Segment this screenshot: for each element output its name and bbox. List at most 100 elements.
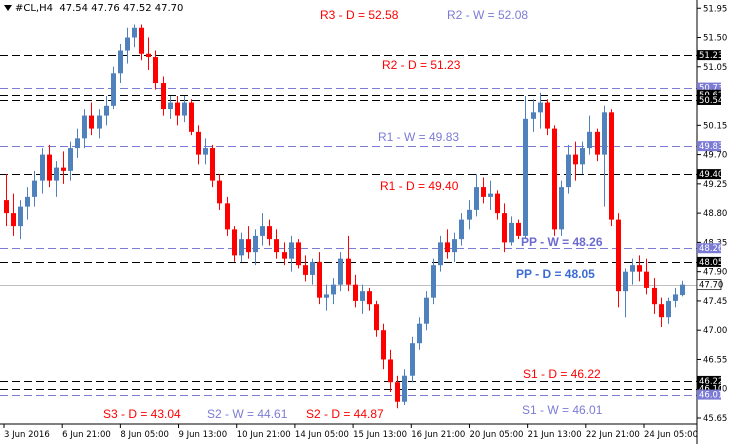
candle-body-94 [673, 294, 678, 301]
candle-body-41 [296, 242, 301, 266]
candle-body-73 [523, 118, 528, 236]
candle-body-23 [168, 102, 173, 110]
candle-body-52 [374, 304, 379, 331]
candle-body-61 [438, 242, 443, 266]
candle-body-66 [474, 187, 479, 210]
x-tick-label-9: 21 Jun 13:00 [528, 430, 582, 440]
x-tick-label-2: 8 Jun 05:00 [120, 430, 169, 440]
candle-body-42 [303, 265, 308, 275]
y-tick-label-11: 46.55 [703, 355, 727, 365]
candle-body-38 [274, 239, 279, 253]
candle-body-70 [502, 213, 507, 243]
price-badge-5-text: 50.54 [699, 96, 723, 106]
candle-body-35 [253, 235, 258, 253]
y-tick-label-2: 51.05 [703, 63, 727, 73]
candle-body-81 [580, 148, 585, 165]
candle-body-95 [680, 284, 685, 296]
candle-body-75 [538, 102, 543, 113]
ohlc-values: 47.54 47.76 47.52 47.70 [59, 3, 184, 14]
candle-body-10 [75, 138, 80, 149]
candle-body-26 [189, 102, 194, 132]
candle-body-34 [246, 239, 251, 253]
x-tick-label-0: 3 Jun 2016 [4, 430, 50, 440]
candle-body-78 [559, 187, 564, 230]
level-label-12: S1 - W = 46.01 [522, 403, 603, 417]
candle-body-31 [225, 203, 230, 230]
y-tick-label-8: 47.90 [703, 268, 727, 278]
candle-body-67 [481, 187, 486, 197]
candle-body-27 [196, 131, 201, 155]
candle-body-72 [516, 222, 521, 236]
candle-body-30 [217, 180, 222, 204]
candle-body-43 [310, 261, 315, 275]
x-tick-label-3: 9 Jun 13:00 [179, 430, 228, 440]
candle-body-0 [4, 200, 9, 214]
x-tick-label-8: 20 Jun 05:00 [469, 430, 523, 440]
candle-body-56 [402, 375, 407, 402]
candle-body-5 [40, 154, 45, 181]
level-label-14: S2 - W = 44.61 [207, 407, 288, 421]
x-tick-label-1: 6 Jun 21:00 [62, 430, 111, 440]
candle-body-53 [381, 330, 386, 360]
candle-body-79 [566, 154, 571, 188]
candle-body-60 [431, 265, 436, 298]
x-tick-label-5: 14 Jun 05:00 [295, 430, 349, 440]
x-tick-label-7: 16 Jun 21:00 [411, 430, 465, 440]
current-price-badge-text: 47.70 [699, 281, 723, 291]
candle-body-51 [367, 291, 372, 305]
candle-body-1 [11, 213, 16, 227]
candle-body-65 [467, 209, 472, 220]
candle-body-84 [602, 112, 607, 155]
y-tick-label-9: 47.45 [703, 297, 727, 307]
price-badge-12-text: 46.01 [699, 391, 723, 401]
candle-body-44 [317, 261, 322, 298]
candle-body-82 [587, 131, 592, 149]
y-tick-label-6: 48.80 [703, 209, 727, 219]
dropdown-triangle-icon[interactable] [4, 5, 12, 11]
price-badge-9-text: 48.05 [699, 258, 723, 268]
candle-body-59 [424, 297, 429, 324]
level-label-6: R1 - W = 49.83 [378, 130, 459, 144]
candle-body-20 [146, 53, 151, 58]
candle-body-87 [623, 271, 628, 292]
candle-body-58 [417, 323, 422, 344]
candle-body-15 [111, 73, 116, 106]
level-label-2: R2 - D = 51.23 [382, 58, 461, 72]
level-label-15: S2 - D = 44.87 [306, 407, 384, 421]
symbol-header: #CL,H4 47.54 47.76 47.52 47.70 [4, 3, 183, 14]
candle-body-86 [616, 219, 621, 292]
candle-body-46 [331, 284, 336, 295]
candle-body-88 [630, 265, 635, 272]
candle-body-33 [239, 239, 244, 256]
candle-body-19 [139, 27, 144, 54]
y-tick-label-3: 50.15 [703, 121, 727, 131]
y-tick-label-0: 51.95 [703, 4, 727, 14]
x-tick-label-4: 10 Jun 21:00 [237, 430, 291, 440]
candle-body-74 [531, 112, 536, 119]
candle-body-22 [161, 83, 166, 110]
candle-body-91 [652, 287, 657, 305]
candle-body-83 [595, 131, 600, 155]
candle-body-89 [637, 265, 642, 272]
candle-body-45 [324, 294, 329, 298]
candle-body-47 [338, 258, 343, 285]
candle-body-69 [495, 193, 500, 214]
candle-body-25 [182, 102, 187, 116]
level-label-9: PP - D = 48.05 [516, 267, 595, 281]
candle-body-85 [609, 112, 614, 220]
level-label-0: R3 - D = 52.58 [320, 8, 399, 22]
price-chart[interactable]: 51.9551.5051.0550.1549.7049.2548.8048.35… [0, 0, 730, 444]
candle-body-40 [289, 242, 294, 259]
candle-body-16 [118, 50, 123, 74]
candle-body-32 [232, 229, 237, 256]
candle-body-36 [260, 226, 265, 236]
candle-body-93 [666, 300, 671, 318]
candle-body-6 [47, 154, 52, 181]
candle-body-63 [452, 239, 457, 253]
candle-body-77 [552, 128, 557, 230]
candle-body-68 [488, 193, 493, 197]
candle-body-18 [132, 27, 137, 38]
price-badge-8-text: 48.26 [699, 244, 723, 254]
candle-body-48 [346, 258, 351, 285]
price-badge-2-text: 51.23 [699, 51, 723, 61]
